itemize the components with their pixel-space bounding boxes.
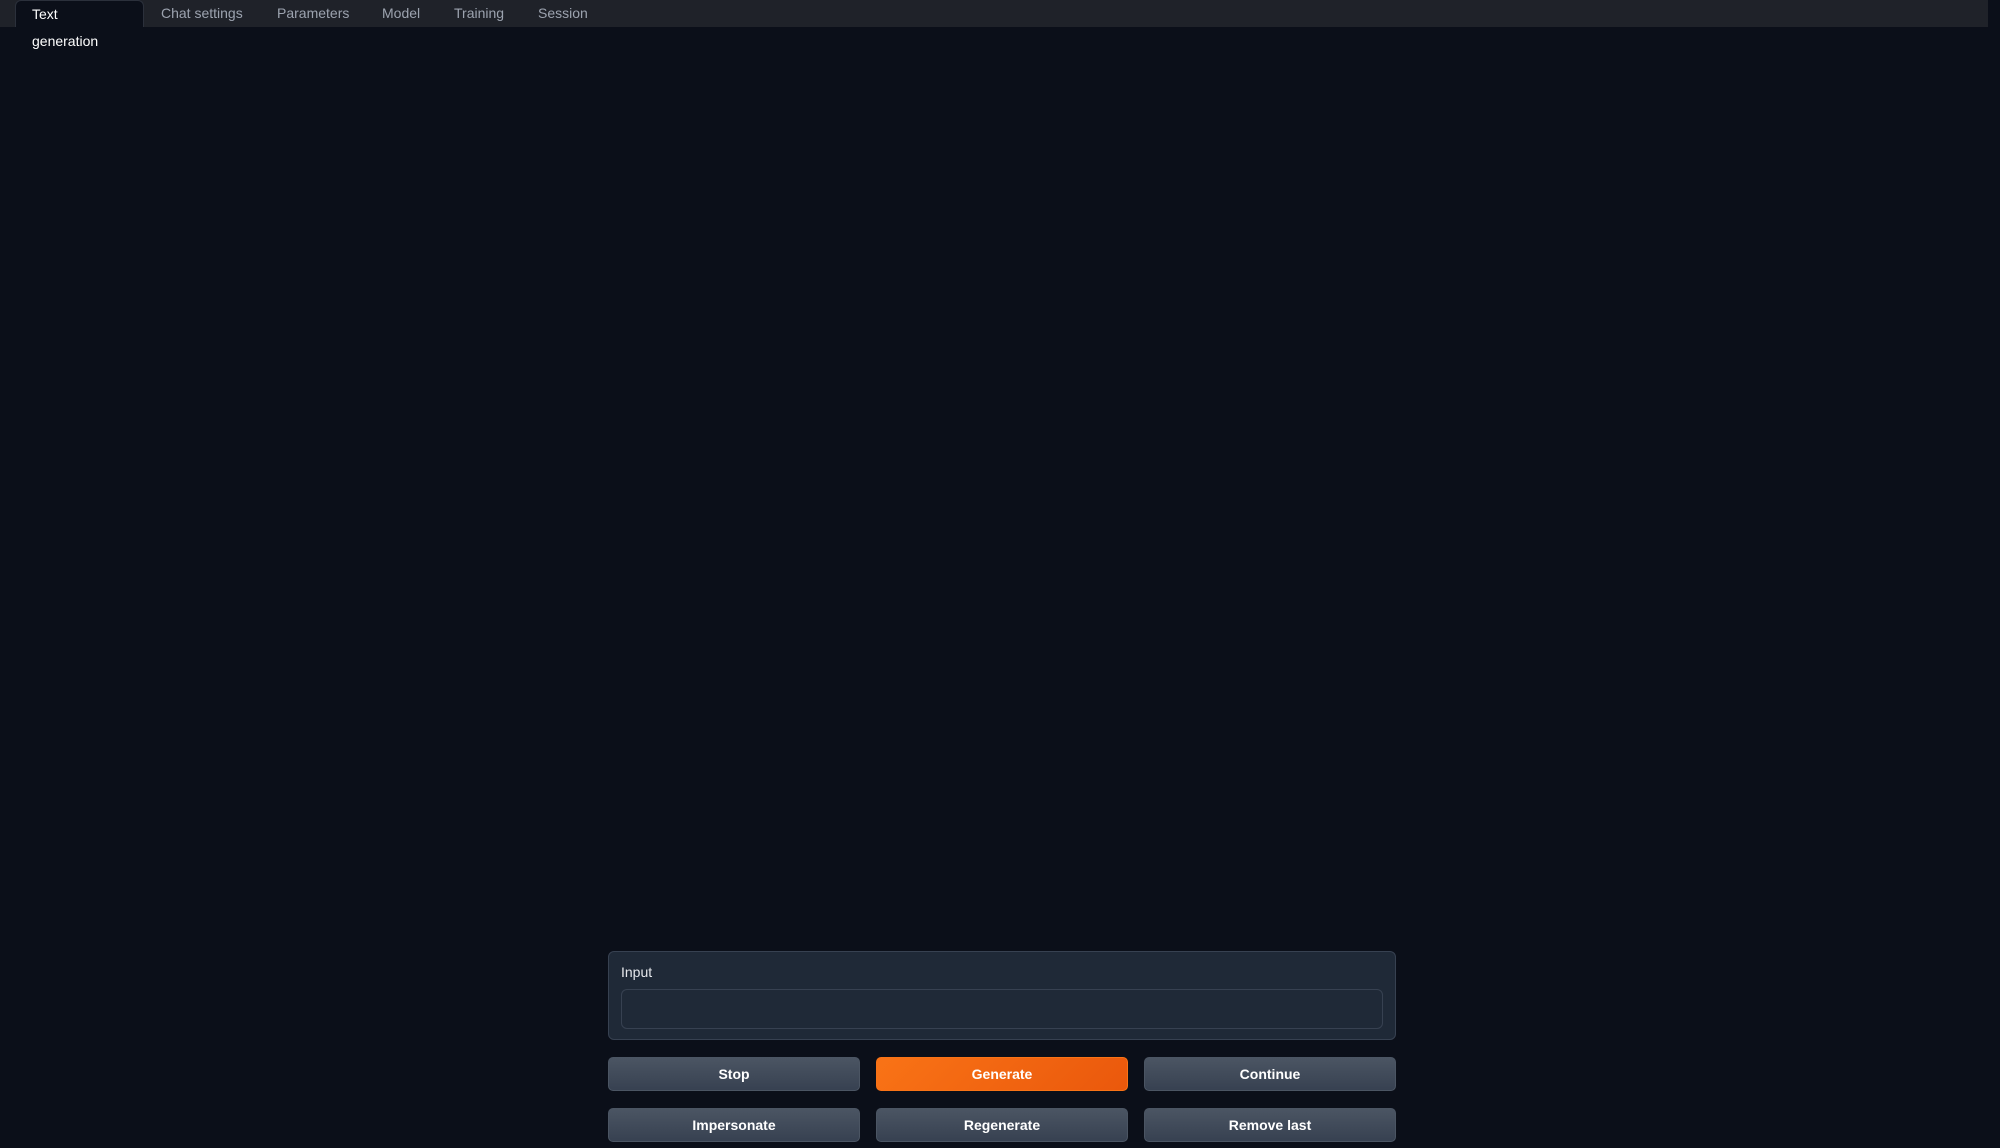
remove-last-button[interactable]: Remove last (1144, 1108, 1396, 1142)
tab-bar: Text generation Chat settings Parameters… (0, 0, 1988, 49)
input-textbox[interactable] (621, 989, 1383, 1029)
impersonate-button[interactable]: Impersonate (608, 1108, 860, 1142)
tab-parameters[interactable]: Parameters (277, 0, 349, 27)
tab-model[interactable]: Model (382, 0, 420, 27)
input-label: Input (621, 964, 653, 980)
generate-button[interactable]: Generate (876, 1057, 1128, 1091)
stop-button[interactable]: Stop (608, 1057, 860, 1091)
tab-session[interactable]: Session (538, 0, 588, 27)
input-panel: Input (608, 951, 1396, 1040)
tab-training[interactable]: Training (454, 0, 504, 27)
tab-text-generation[interactable]: Text generation (15, 0, 144, 49)
continue-button[interactable]: Continue (1144, 1057, 1396, 1091)
regenerate-button[interactable]: Regenerate (876, 1108, 1128, 1142)
tab-chat-settings[interactable]: Chat settings (161, 0, 243, 27)
